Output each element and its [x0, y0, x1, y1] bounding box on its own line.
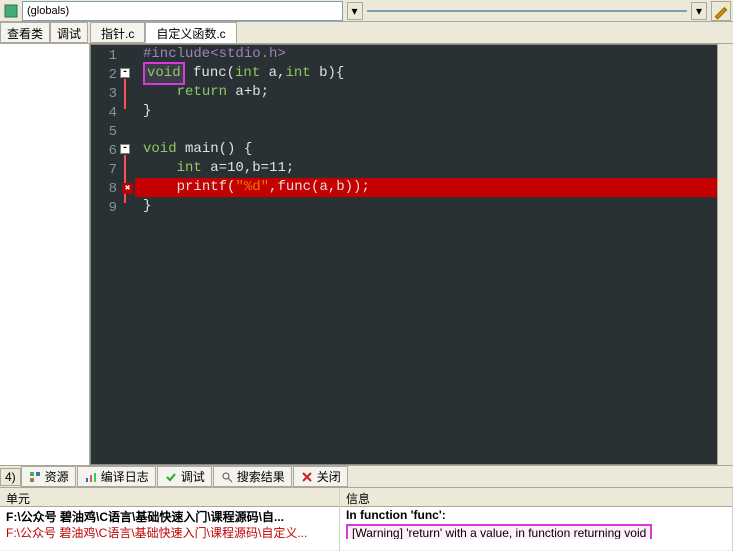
line-num: 6: [91, 142, 117, 161]
code-line[interactable]: void main() {: [135, 140, 732, 159]
scope-combo[interactable]: (globals): [22, 1, 343, 21]
file-tab-custom-func[interactable]: 自定义函数.c: [145, 22, 236, 43]
table-row[interactable]: [Warning] 'return' with a value, in func…: [340, 523, 732, 539]
void-keyword-highlight: void: [143, 62, 185, 85]
line-num: 8: [91, 180, 117, 199]
line-num: 4: [91, 104, 117, 123]
symbol-combo[interactable]: [367, 10, 688, 12]
scope-dropdown-icon[interactable]: ▾: [347, 2, 363, 20]
table-row[interactable]: F:\公众号 碧油鸡\C语言\基础快速入门\课程源码\自定义...: [0, 523, 339, 539]
line-num: 7: [91, 161, 117, 180]
line-num: 1: [91, 47, 117, 66]
line-num: 3: [91, 85, 117, 104]
code-line[interactable]: [135, 121, 732, 140]
search-icon: [220, 470, 234, 484]
tab-debug[interactable]: 调试: [50, 22, 88, 43]
fold-minus-icon[interactable]: -: [120, 144, 130, 154]
code-line[interactable]: return a+b;: [135, 83, 732, 102]
tab-view-class[interactable]: 查看类: [0, 22, 50, 43]
app-icon: [4, 4, 18, 18]
line-num: 2: [91, 66, 117, 85]
bottom-tab-resources[interactable]: 资源: [21, 466, 76, 487]
close-icon: [300, 470, 314, 484]
wand-button[interactable]: [711, 1, 731, 21]
bottom-tab-search[interactable]: 搜索结果: [213, 466, 292, 487]
bottom-tab-close[interactable]: 关闭: [293, 466, 348, 487]
line-num: 5: [91, 123, 117, 142]
table-row[interactable]: In function 'func':: [340, 507, 732, 523]
code-line[interactable]: }: [135, 102, 732, 121]
code-line[interactable]: }: [135, 197, 732, 216]
check-icon: [164, 470, 178, 484]
file-tab-pointer[interactable]: 指针.c: [90, 22, 145, 43]
fold-minus-icon[interactable]: -: [120, 68, 130, 78]
bottom-tab-compile-log[interactable]: 编译日志: [77, 466, 156, 487]
symbol-dropdown-icon[interactable]: ▾: [691, 2, 707, 20]
code-line-error[interactable]: printf("%d",func(a,b));: [135, 178, 732, 197]
fold-line: [124, 155, 126, 203]
code-line[interactable]: void func(int a,int b){: [135, 64, 732, 83]
bottom-tab-debug[interactable]: 调试: [157, 466, 212, 487]
col-header-unit[interactable]: 单元: [0, 488, 339, 507]
code-editor[interactable]: 1 2 3 4 5 6 7 8 9 - - #include<stdio.h> …: [90, 44, 733, 465]
fold-line: [124, 79, 126, 109]
resources-icon: [28, 470, 42, 484]
table-row[interactable]: F:\公众号 碧油鸡\C语言\基础快速入门\课程源码\自...: [0, 507, 339, 523]
count-badge: 4): [0, 468, 21, 486]
code-line[interactable]: int a=10,b=11;: [135, 159, 732, 178]
code-line[interactable]: #include<stdio.h>: [135, 45, 732, 64]
vertical-scrollbar[interactable]: [717, 44, 733, 465]
col-header-info[interactable]: 信息: [340, 488, 732, 507]
line-num: 9: [91, 199, 117, 218]
chart-icon: [84, 470, 98, 484]
error-marker-icon[interactable]: [122, 183, 133, 194]
warning-highlight: [Warning] 'return' with a value, in func…: [346, 524, 652, 539]
class-view-panel: [0, 44, 90, 465]
